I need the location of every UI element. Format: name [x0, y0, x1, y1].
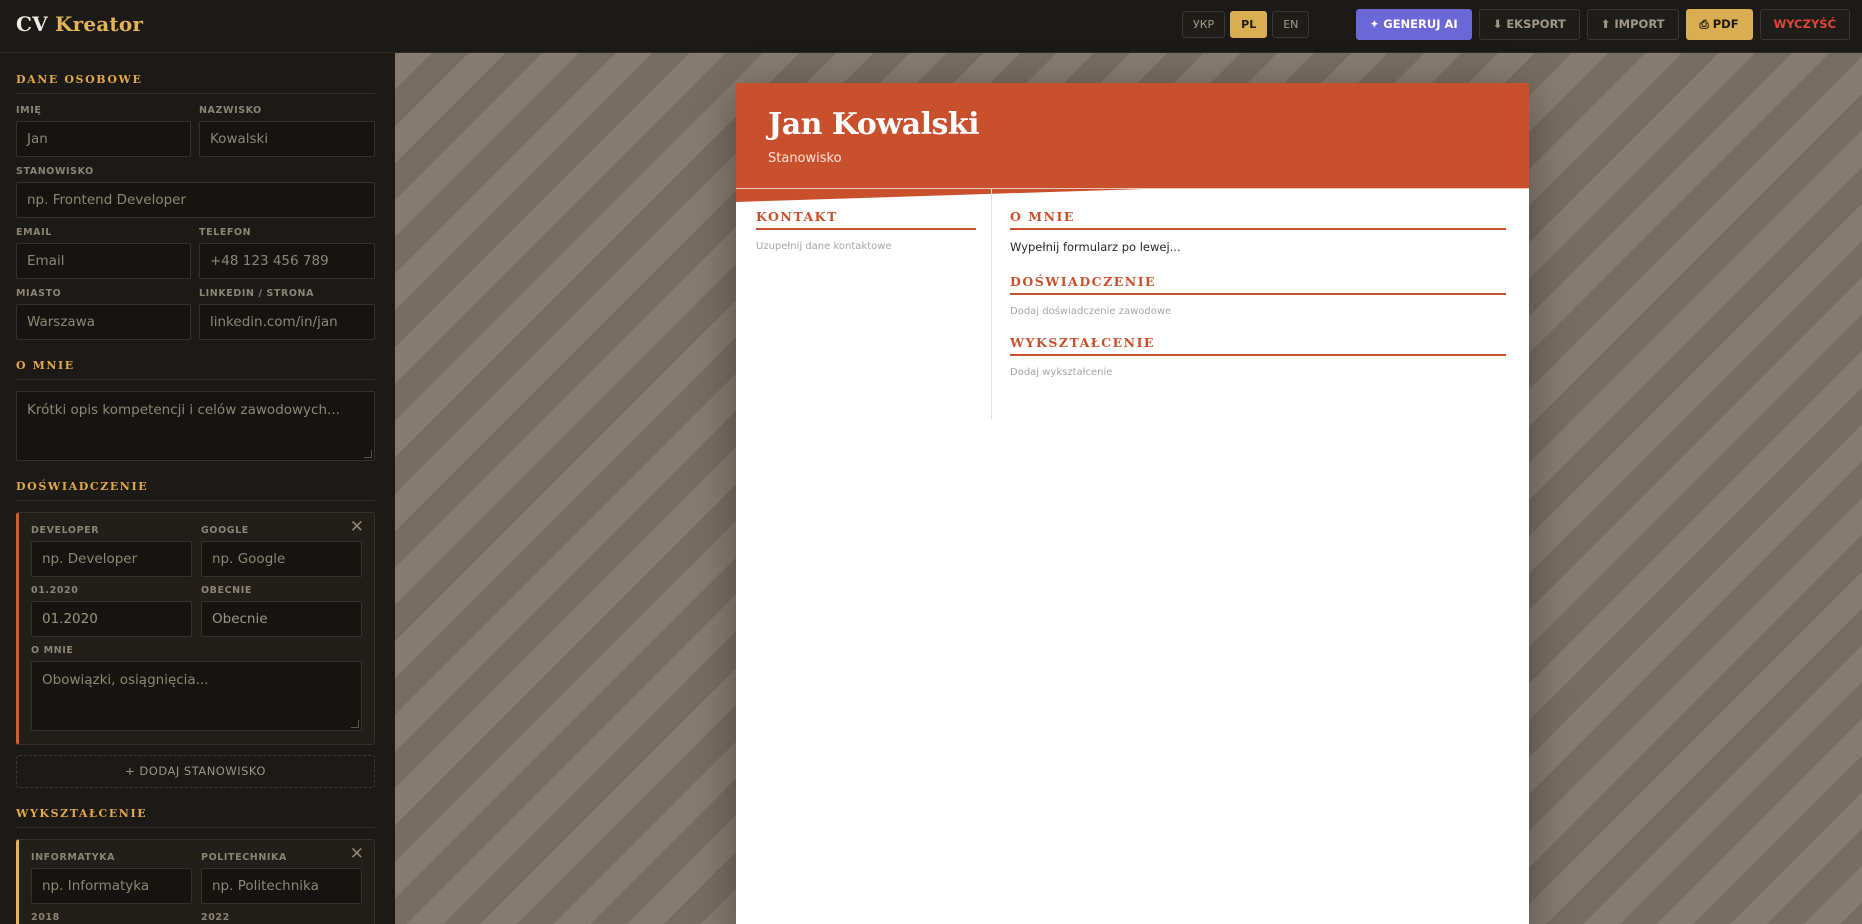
- edu-start-label: 2018: [31, 912, 60, 923]
- exp-role-label: DEVELOPER: [31, 525, 100, 536]
- column-divider: [991, 189, 992, 419]
- cv-experience-title: DOŚWIADCZENIE: [1010, 274, 1157, 289]
- exp-end-label: OBECNIE: [201, 585, 252, 596]
- section-title-education: WYKSZTAŁCENIE: [16, 807, 148, 820]
- exp-desc-textarea[interactable]: Obowiązki, osiągnięcia...: [31, 661, 362, 731]
- edu-field-label: INFORMATYKA: [31, 852, 116, 863]
- logo-accent: Kreator: [55, 12, 144, 36]
- position-input[interactable]: np. Frontend Developer: [16, 182, 375, 218]
- last-name-input[interactable]: Kowalski: [199, 121, 375, 157]
- cv-education-rule: [1010, 354, 1506, 356]
- cv-education-empty: Dodaj wykształcenie: [1010, 367, 1113, 378]
- section-divider: [16, 500, 375, 501]
- cv-about-text: Wypełnij formularz po lewej...: [1010, 240, 1181, 254]
- first-name-label: IMIĘ: [16, 105, 42, 116]
- cv-name: Jan Kowalski: [768, 107, 980, 142]
- cv-experience-empty: Dodaj doświadczenie zawodowe: [1010, 306, 1172, 317]
- remove-education-close-icon[interactable]: ✕: [350, 846, 364, 863]
- app-logo: CV Kreator: [16, 12, 143, 36]
- exp-start-input[interactable]: 01.2020: [31, 601, 192, 637]
- last-name-label: NAZWISKO: [199, 105, 262, 116]
- clear-button[interactable]: WYCZYŚĆ: [1759, 9, 1850, 40]
- exp-start-label: 01.2020: [31, 585, 79, 596]
- generate-ai-button[interactable]: ✦ GENERUJ AI: [1355, 9, 1472, 40]
- header-wedge-shape: [736, 188, 1529, 202]
- cv-contact-title: KONTAKT: [756, 209, 838, 224]
- phone-input[interactable]: +48 123 456 789: [199, 243, 375, 279]
- linkedin-input[interactable]: linkedin.com/in/jan: [199, 304, 375, 340]
- import-button[interactable]: ⬆ IMPORT: [1586, 9, 1679, 40]
- cv-about-title: O MNIE: [1010, 209, 1075, 224]
- lang-uk-button[interactable]: УКР: [1182, 11, 1226, 38]
- phone-label: TELEFON: [199, 227, 252, 238]
- top-bar: CV Kreator УКР PL EN ✦ GENERUJ AI ⬇ EKSP…: [0, 0, 1862, 53]
- exp-company-label: GOOGLE: [201, 525, 249, 536]
- export-button[interactable]: ⬇ EKSPORT: [1478, 9, 1580, 40]
- edu-end-label: 2022: [201, 912, 230, 923]
- cv-experience-rule: [1010, 293, 1506, 295]
- about-textarea[interactable]: Krótki opis kompetencji i celów zawodowy…: [16, 391, 375, 461]
- exp-company-input[interactable]: np. Google: [201, 541, 362, 577]
- pdf-button[interactable]: ⎙ PDF: [1685, 9, 1753, 40]
- language-switcher: УКР PL EN: [1182, 11, 1310, 38]
- section-title-experience: DOŚWIADCZENIE: [16, 480, 149, 493]
- cv-contact-empty: Uzupełnij dane kontaktowe: [756, 241, 892, 252]
- cv-header: Jan Kowalski Stanowisko: [736, 83, 1529, 189]
- section-title-about: O MNIE: [16, 359, 75, 372]
- lang-pl-button[interactable]: PL: [1230, 11, 1268, 38]
- resize-grip-icon[interactable]: [351, 720, 359, 728]
- cv-page: Jan Kowalski Stanowisko KONTAKT Uzupełni…: [736, 83, 1529, 924]
- cv-about-rule: [1010, 228, 1506, 230]
- toolbar-actions: ✦ GENERUJ AI ⬇ EKSPORT ⬆ IMPORT ⎙ PDF WY…: [1355, 9, 1850, 40]
- edu-school-input[interactable]: np. Politechnika: [201, 868, 362, 904]
- cv-education-title: WYKSZTAŁCENIE: [1010, 335, 1155, 350]
- edu-school-label: POLITECHNIKA: [201, 852, 287, 863]
- exp-role-input[interactable]: np. Developer: [31, 541, 192, 577]
- exp-end-input[interactable]: Obecnie: [201, 601, 362, 637]
- experience-entry-card: ✕ DEVELOPER np. Developer GOOGLE np. Goo…: [16, 512, 375, 745]
- first-name-input[interactable]: Jan: [16, 121, 191, 157]
- section-divider: [16, 93, 375, 94]
- section-divider: [16, 827, 375, 828]
- city-label: MIASTO: [16, 288, 62, 299]
- add-position-button[interactable]: + DODAJ STANOWISKO: [16, 755, 375, 788]
- lang-en-button[interactable]: EN: [1272, 11, 1310, 38]
- editor-sidebar: DANE OSOBOWE IMIĘ Jan NAZWISKO Kowalski …: [0, 53, 395, 924]
- about-placeholder: Krótki opis kompetencji i celów zawodowy…: [27, 402, 340, 418]
- position-label: STANOWISKO: [16, 166, 94, 177]
- email-input[interactable]: Email: [16, 243, 191, 279]
- city-input[interactable]: Warszawa: [16, 304, 191, 340]
- cv-preview-area: Jan Kowalski Stanowisko KONTAKT Uzupełni…: [395, 53, 1862, 924]
- cv-contact-rule: [756, 228, 976, 230]
- resize-grip-icon[interactable]: [364, 450, 372, 458]
- exp-desc-label: O MNIE: [31, 645, 74, 656]
- section-title-personal: DANE OSOBOWE: [16, 73, 143, 86]
- exp-desc-placeholder: Obowiązki, osiągnięcia...: [42, 672, 209, 688]
- logo-main: CV: [16, 12, 48, 36]
- cv-role: Stanowisko: [768, 151, 842, 166]
- edu-field-input[interactable]: np. Informatyka: [31, 868, 192, 904]
- email-label: EMAIL: [16, 227, 52, 238]
- linkedin-label: LINKEDIN / STRONA: [199, 288, 315, 299]
- section-divider: [16, 379, 375, 380]
- remove-experience-close-icon[interactable]: ✕: [350, 519, 364, 536]
- education-entry-card: ✕ INFORMATYKA np. Informatyka POLITECHNI…: [16, 839, 375, 924]
